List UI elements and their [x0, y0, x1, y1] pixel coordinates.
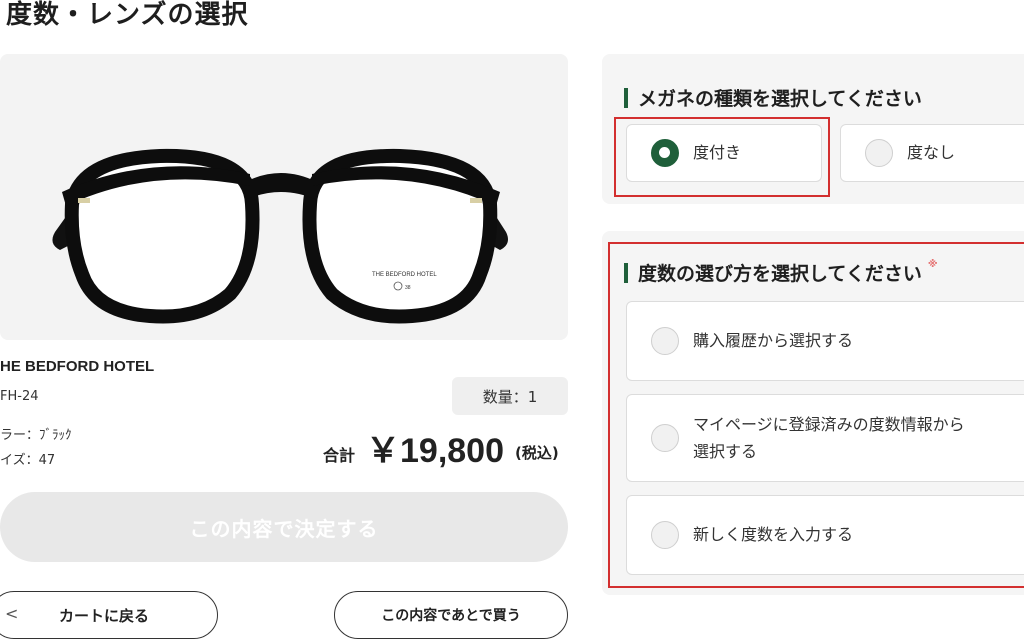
- tax-included-note: (税込): [515, 444, 559, 462]
- total-price: ￥19,800: [366, 432, 504, 470]
- prescription-method-panel: 度数の選び方を選択してください ※ 購入履歴から選択する マイページに登録済みの…: [602, 231, 1024, 595]
- glasses-image: THE BEDFORD HOTEL 38: [52, 148, 508, 324]
- option-without-prescription[interactable]: 度なし: [840, 124, 1024, 182]
- option-from-mypage[interactable]: マイページに登録済みの度数情報から 選択する: [626, 394, 1024, 482]
- lens-type-heading: メガネの種類を選択してください: [624, 84, 922, 111]
- product-image: THE BEDFORD HOTEL 38: [0, 54, 568, 340]
- prescription-method-heading: 度数の選び方を選択してください ※: [624, 259, 938, 286]
- radio-icon[interactable]: [651, 521, 679, 549]
- color-info: ラー：ﾌﾞﾗｯｸ: [0, 428, 72, 443]
- radio-selected-icon[interactable]: [651, 139, 679, 167]
- frame-engraving-2: 38: [405, 285, 411, 291]
- lens-type-panel: メガネの種類を選択してください 度付き 度なし: [602, 54, 1024, 204]
- heading-accent-bar: [624, 262, 628, 283]
- frame-engraving: THE BEDFORD HOTEL: [372, 272, 437, 278]
- page-title: 度数・レンズの選択: [6, 0, 249, 30]
- radio-icon[interactable]: [865, 139, 893, 167]
- brand-name: HE BEDFORD HOTEL: [0, 358, 155, 375]
- buy-later-button[interactable]: この内容であとで買う: [334, 591, 568, 639]
- option-new-prescription[interactable]: 新しく度数を入力する: [626, 495, 1024, 575]
- total-label: 合計: [323, 446, 356, 465]
- heading-accent-bar: [624, 87, 628, 108]
- quantity-badge: 数量：1: [452, 377, 568, 415]
- back-to-cart-label: カートに戻る: [58, 606, 149, 625]
- confirm-button[interactable]: この内容で決定する: [0, 492, 568, 562]
- back-to-cart-button[interactable]: < カートに戻る: [0, 591, 218, 639]
- option-from-purchase-history[interactable]: 購入履歴から選択する: [626, 301, 1024, 381]
- model-number: FH-24: [0, 389, 39, 404]
- radio-icon[interactable]: [651, 327, 679, 355]
- option-with-prescription[interactable]: 度付き: [626, 124, 822, 182]
- chevron-left-icon: <: [5, 604, 19, 623]
- required-mark: ※: [927, 259, 938, 270]
- size-info: イズ：47: [0, 453, 56, 468]
- radio-icon[interactable]: [651, 424, 679, 452]
